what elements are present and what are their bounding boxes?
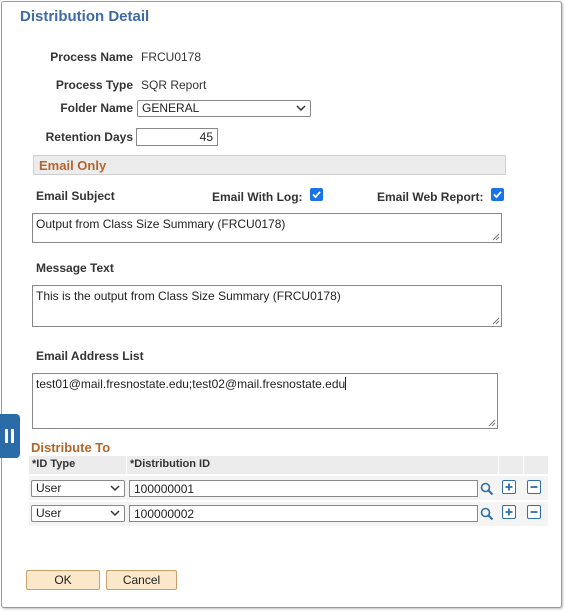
id-type-select[interactable]: User	[31, 505, 125, 522]
process-type-value: SQR Report	[141, 78, 207, 92]
column-divider	[523, 456, 524, 474]
add-row-button[interactable]	[502, 505, 516, 519]
delete-row-button[interactable]	[527, 505, 541, 519]
distribution-id-column-header: *Distribution ID	[130, 458, 211, 470]
resize-grip-icon[interactable]	[492, 317, 500, 325]
resize-grip-icon[interactable]	[488, 419, 496, 427]
text-cursor	[345, 377, 347, 390]
id-type-select[interactable]: User	[31, 480, 125, 497]
message-text-value: This is the output from Class Size Summa…	[36, 289, 341, 303]
chevron-down-icon	[110, 485, 120, 492]
distribute-to-title: Distribute To	[31, 440, 111, 455]
pause-icon	[5, 429, 14, 443]
email-subject-label: Email Subject	[36, 189, 115, 203]
resize-grip-icon[interactable]	[492, 233, 500, 241]
message-text-label: Message Text	[36, 261, 114, 275]
retention-days-label: Retention Days	[45, 130, 133, 144]
folder-name-label: Folder Name	[60, 101, 133, 115]
column-divider	[498, 456, 499, 474]
magnifier-icon[interactable]	[480, 507, 494, 521]
distribution-id-input[interactable]: 100000001	[129, 480, 478, 497]
process-type-label: Process Type	[55, 78, 133, 92]
add-row-button[interactable]	[502, 480, 516, 494]
plus-icon	[505, 483, 513, 491]
checkmark-icon	[493, 191, 502, 199]
folder-name-select[interactable]: GENERAL	[137, 100, 311, 117]
plus-icon	[505, 508, 513, 516]
email-only-title: Email Only	[39, 158, 107, 173]
chevron-down-icon	[296, 105, 306, 112]
chevron-down-icon	[110, 510, 120, 517]
email-address-list-label: Email Address List	[36, 349, 144, 363]
column-divider	[126, 456, 127, 474]
email-with-log-label: Email With Log:	[212, 190, 303, 204]
cancel-button[interactable]: Cancel	[106, 570, 177, 590]
checkmark-icon	[312, 191, 321, 199]
id-type-value: User	[36, 506, 62, 520]
minus-icon	[530, 486, 538, 488]
retention-days-input[interactable]: 45	[136, 128, 218, 146]
id-type-value: User	[36, 481, 62, 495]
email-subject-textarea[interactable]: Output from Class Size Summary (FRCU0178…	[32, 213, 502, 243]
id-type-column-header: *ID Type	[32, 458, 76, 470]
table-row: User 100000001	[29, 476, 548, 500]
table-row: User 100000002	[29, 502, 548, 526]
magnifier-icon[interactable]	[480, 482, 494, 496]
email-address-list-textarea[interactable]: test01@mail.fresnostate.edu;test02@mail.…	[32, 373, 498, 429]
process-name-value: FRCU0178	[141, 50, 202, 64]
email-web-report-label: Email Web Report:	[377, 190, 484, 204]
email-with-log-checkbox[interactable]	[310, 188, 323, 201]
email-subject-text: Output from Class Size Summary (FRCU0178…	[36, 217, 286, 231]
process-name-label: Process Name	[50, 50, 133, 64]
email-web-report-checkbox[interactable]	[491, 188, 504, 201]
email-address-list-value: test01@mail.fresnostate.edu;test02@mail.…	[36, 377, 346, 391]
distribution-id-input[interactable]: 100000002	[129, 505, 478, 522]
distribute-grid-header: *ID Type *Distribution ID	[29, 456, 548, 474]
delete-row-button[interactable]	[527, 480, 541, 494]
minus-icon	[530, 511, 538, 513]
email-only-section-header: Email Only	[33, 155, 506, 175]
page-title: Distribution Detail	[20, 8, 150, 25]
ok-button[interactable]: OK	[26, 570, 100, 590]
side-panel-toggle[interactable]	[0, 414, 20, 458]
folder-name-selected-value: GENERAL	[142, 101, 200, 115]
message-text-textarea[interactable]: This is the output from Class Size Summa…	[32, 285, 502, 327]
